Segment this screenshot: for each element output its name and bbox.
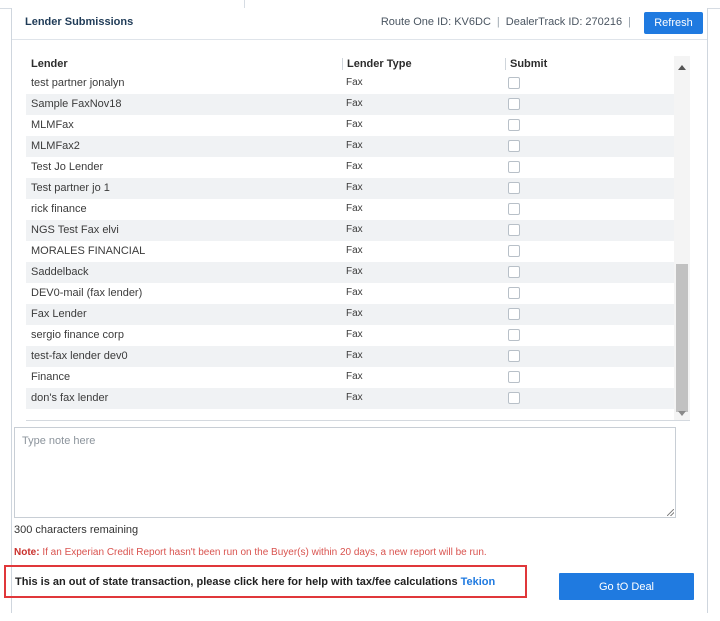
table-body: test partner jonalyn Fax Sample FaxNov18 Fa…: [26, 73, 674, 409]
table-row: rick finance Fax: [26, 199, 674, 220]
lender-name: DEV0-mail (fax lender): [31, 287, 143, 299]
submit-checkbox[interactable]: [508, 98, 520, 110]
lender-name: Saddelback: [31, 266, 89, 278]
lender-type: Fax: [346, 350, 363, 361]
experian-note: Note: If an Experian Credit Report hasn'…: [14, 547, 487, 558]
lender-type: Fax: [346, 266, 363, 277]
lender-type: Fax: [346, 371, 363, 382]
out-of-state-text: This is an out of state transaction, ple…: [15, 576, 458, 588]
tekion-link[interactable]: Tekion: [461, 576, 496, 588]
table-header: Lender Lender Type Submit: [26, 56, 674, 73]
route-one-id: Route One ID: KV6DC: [380, 16, 491, 28]
lender-type: Fax: [346, 161, 363, 172]
table-row: Test partner jo 1 Fax: [26, 178, 674, 199]
lender-type: Fax: [346, 308, 363, 319]
table-scrollbar[interactable]: [674, 56, 690, 420]
table-row: NGS Test Fax elvi Fax: [26, 220, 674, 241]
lender-type: Fax: [346, 77, 363, 88]
submit-checkbox[interactable]: [508, 224, 520, 236]
table-row: don's fax lender Fax: [26, 388, 674, 409]
table-row: Finance Fax: [26, 367, 674, 388]
characters-remaining: 300 characters remaining: [14, 524, 139, 536]
scrollbar-thumb[interactable]: [676, 264, 688, 412]
lender-submissions-panel: Lender Submissions Route One ID: KV6DC | D…: [11, 8, 708, 613]
table-row: MLMFax2 Fax: [26, 136, 674, 157]
submit-checkbox[interactable]: [508, 350, 520, 362]
submit-checkbox[interactable]: [508, 266, 520, 278]
note-input[interactable]: [14, 427, 676, 518]
lender-type: Fax: [346, 182, 363, 193]
id-separator: |: [496, 16, 500, 28]
lender-name: Finance: [31, 371, 71, 383]
submit-checkbox[interactable]: [508, 245, 520, 257]
table-row: Saddelback Fax: [26, 262, 674, 283]
column-header-submit[interactable]: Submit: [505, 58, 547, 70]
lender-name: test partner jonalyn: [31, 77, 125, 89]
experian-note-text: If an Experian Credit Report hasn't been…: [39, 547, 487, 558]
lender-ids: Route One ID: KV6DC | DealerTrack ID: 2702…: [381, 16, 637, 28]
scroll-down-arrow-icon[interactable]: [678, 411, 686, 416]
table-row: test partner jonalyn Fax: [26, 73, 674, 94]
panel-title: Lender Submissions: [25, 16, 134, 28]
experian-note-label: Note:: [14, 547, 40, 558]
lender-table: Lender Lender Type Submit test partner j…: [26, 56, 690, 421]
lender-name: Test Jo Lender: [31, 161, 104, 173]
table-row: sergio finance corp Fax: [26, 325, 674, 346]
lender-name: test-fax lender dev0: [31, 350, 128, 362]
lender-name: MORALES FINANCIAL: [31, 245, 146, 257]
table-row: MLMFax Fax: [26, 115, 674, 136]
lender-type: Fax: [346, 287, 363, 298]
lender-name: sergio finance corp: [31, 329, 124, 341]
column-header-lender[interactable]: Lender: [31, 58, 68, 70]
lender-type: Fax: [346, 245, 363, 256]
lender-name: MLMFax2: [31, 140, 80, 152]
lender-type: Fax: [346, 140, 363, 151]
submit-checkbox[interactable]: [508, 287, 520, 299]
lender-name: Sample FaxNov18: [31, 98, 122, 110]
table-row: Test Jo Lender Fax: [26, 157, 674, 178]
lender-type: Fax: [346, 98, 363, 109]
id-separator: |: [628, 16, 631, 28]
lender-type: Fax: [346, 203, 363, 214]
table-row: test-fax lender dev0 Fax: [26, 346, 674, 367]
table-row: MORALES FINANCIAL Fax: [26, 241, 674, 262]
table-row: DEV0-mail (fax lender) Fax: [26, 283, 674, 304]
scroll-up-arrow-icon[interactable]: [678, 65, 686, 70]
refresh-button[interactable]: Refresh: [644, 12, 703, 34]
submit-checkbox[interactable]: [508, 140, 520, 152]
submit-checkbox[interactable]: [508, 392, 520, 404]
submit-checkbox[interactable]: [508, 161, 520, 173]
lender-type: Fax: [346, 224, 363, 235]
out-of-state-message: This is an out of state transaction, ple…: [15, 576, 495, 588]
table-row: Sample FaxNov18 Fax: [26, 94, 674, 115]
lender-name: rick finance: [31, 203, 87, 215]
lender-type: Fax: [346, 392, 363, 403]
lender-type: Fax: [346, 329, 363, 340]
lender-type: Fax: [346, 119, 363, 130]
table-row: Fax Lender Fax: [26, 304, 674, 325]
lender-name: Fax Lender: [31, 308, 87, 320]
submit-checkbox[interactable]: [508, 329, 520, 341]
lender-name: MLMFax: [31, 119, 74, 131]
submit-checkbox[interactable]: [508, 308, 520, 320]
lender-name: Test partner jo 1: [31, 182, 110, 194]
submit-checkbox[interactable]: [508, 371, 520, 383]
resize-grip-icon[interactable]: [667, 509, 674, 516]
dealertrack-id: DealerTrack ID: 270216: [505, 16, 623, 28]
lender-name: don's fax lender: [31, 392, 109, 404]
panel-header: Lender Submissions Route One ID: KV6DC | D…: [12, 8, 707, 40]
lender-name: NGS Test Fax elvi: [31, 224, 119, 236]
column-header-lender-type[interactable]: Lender Type: [342, 58, 412, 70]
submit-checkbox[interactable]: [508, 119, 520, 131]
submit-checkbox[interactable]: [508, 203, 520, 215]
go-to-deal-button[interactable]: Go tO Deal: [559, 573, 694, 600]
submit-checkbox[interactable]: [508, 182, 520, 194]
submit-checkbox[interactable]: [508, 77, 520, 89]
